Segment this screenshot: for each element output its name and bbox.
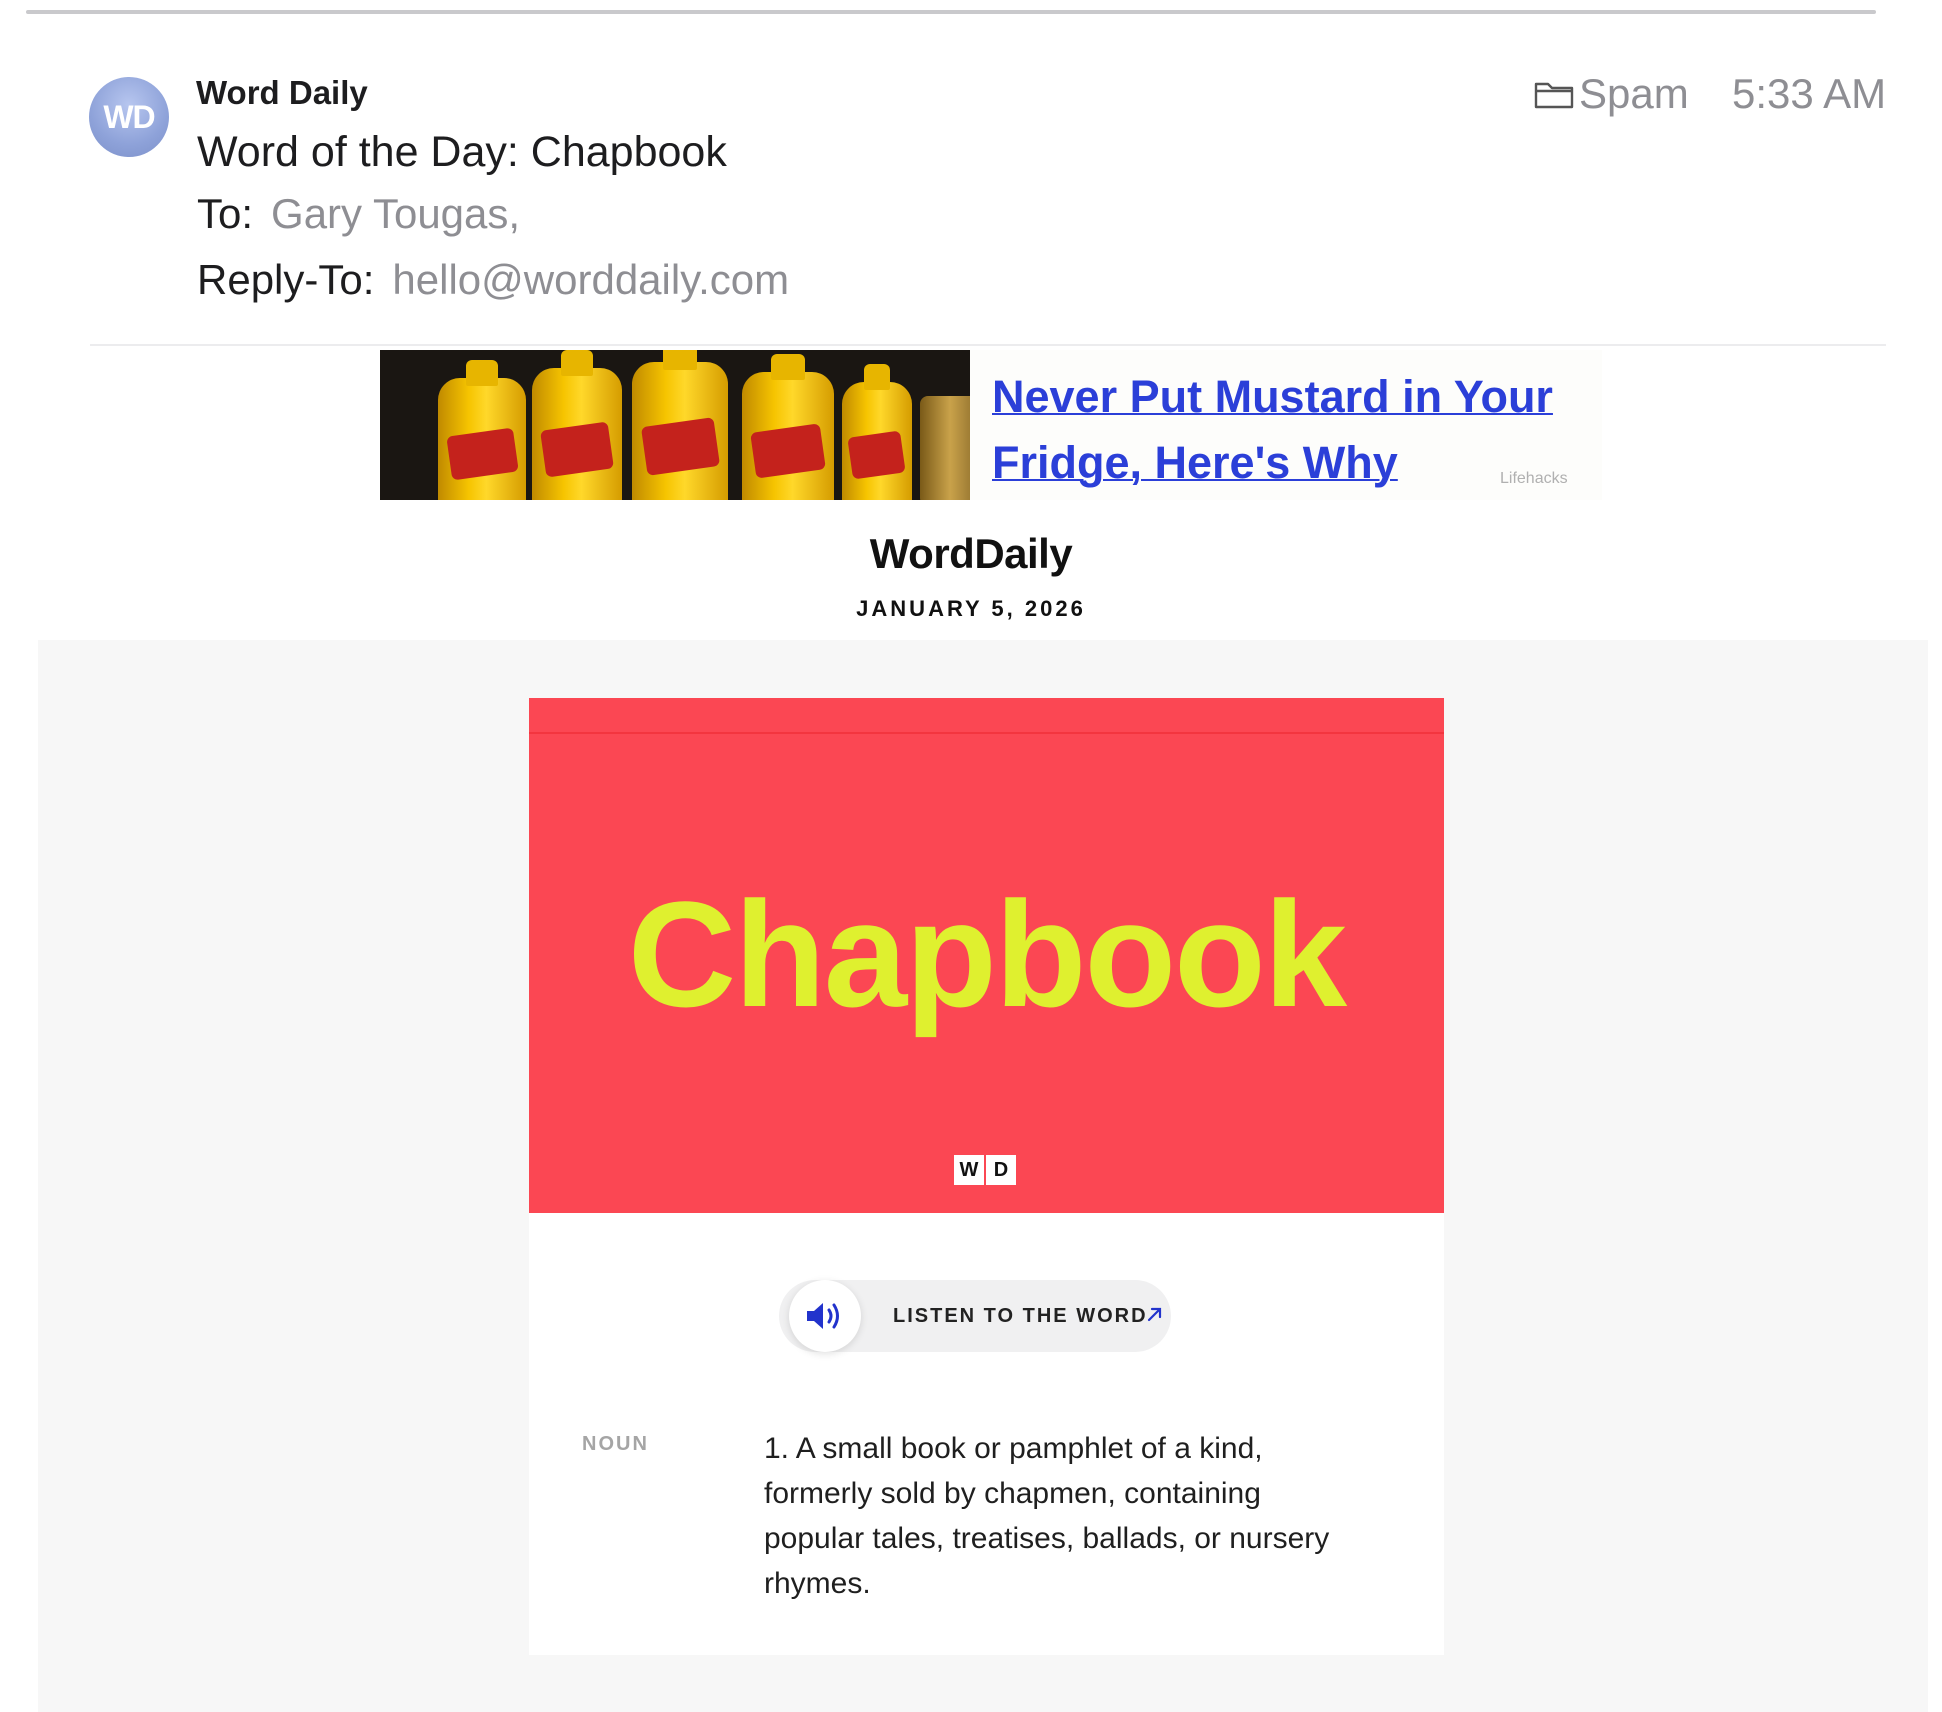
ad-image[interactable]: [380, 350, 970, 500]
word-hero-banner: Chapbook W D: [529, 698, 1444, 1213]
newsletter-date: JANUARY 5, 2026: [856, 596, 1086, 621]
mustard-bottle: [632, 350, 728, 500]
wd-mark-letter: W: [954, 1155, 984, 1185]
avatar: WD: [89, 77, 169, 157]
word-card: Chapbook W D LISTEN TO THE WORD NOUN 1. …: [529, 698, 1444, 1655]
avatar-initials: WD: [103, 98, 155, 135]
word-definition: 1. A small book or pamphlet of a kind, f…: [764, 1432, 1330, 1600]
folder-icon: [1534, 82, 1574, 109]
listen-to-word-button[interactable]: LISTEN TO THE WORD: [779, 1280, 1171, 1352]
sponsored-ad[interactable]: Never Put Mustard in Your Fridge, Here's…: [380, 350, 1602, 500]
wd-mark-letter: D: [986, 1155, 1016, 1185]
to-recipient[interactable]: Gary Tougas,: [271, 190, 520, 237]
email-header: WD Word Daily Word of the Day: Chapbook …: [0, 0, 1942, 346]
speaker-icon: [807, 1303, 839, 1329]
reply-to-address[interactable]: hello@worddaily.com: [392, 256, 789, 303]
jar: [920, 396, 970, 500]
email-subject: Word of the Day: Chapbook: [197, 128, 727, 176]
folder-name: Spam: [1579, 70, 1689, 117]
received-time: 5:33 AM: [1732, 70, 1887, 117]
reply-to-row: Reply-To: hello@worddaily.com: [197, 256, 789, 304]
newsletter-logo: WordDaily: [869, 530, 1073, 577]
reply-to-label: Reply-To:: [197, 256, 375, 303]
arrow-up-right-icon: [1147, 1307, 1162, 1322]
featured-word: Chapbook: [627, 870, 1347, 1038]
folder-indicator[interactable]: Spam: [1533, 70, 1689, 118]
mustard-bottle: [438, 360, 526, 500]
listen-label: LISTEN TO THE WORD: [893, 1305, 1148, 1327]
mustard-bottle: [842, 364, 912, 500]
sender-name[interactable]: Word Daily: [196, 74, 368, 112]
wd-mark: W D: [954, 1155, 1016, 1185]
to-label: To:: [197, 190, 254, 237]
part-of-speech: NOUN: [582, 1433, 649, 1455]
to-row: To: Gary Tougas,: [197, 190, 520, 238]
header-divider: [90, 344, 1886, 346]
hero-stripe: [529, 732, 1444, 734]
mustard-bottle: [532, 350, 622, 500]
speaker-button[interactable]: [789, 1280, 861, 1352]
ad-source: Lifehacks: [1500, 470, 1568, 487]
mustard-bottle: [742, 354, 834, 500]
